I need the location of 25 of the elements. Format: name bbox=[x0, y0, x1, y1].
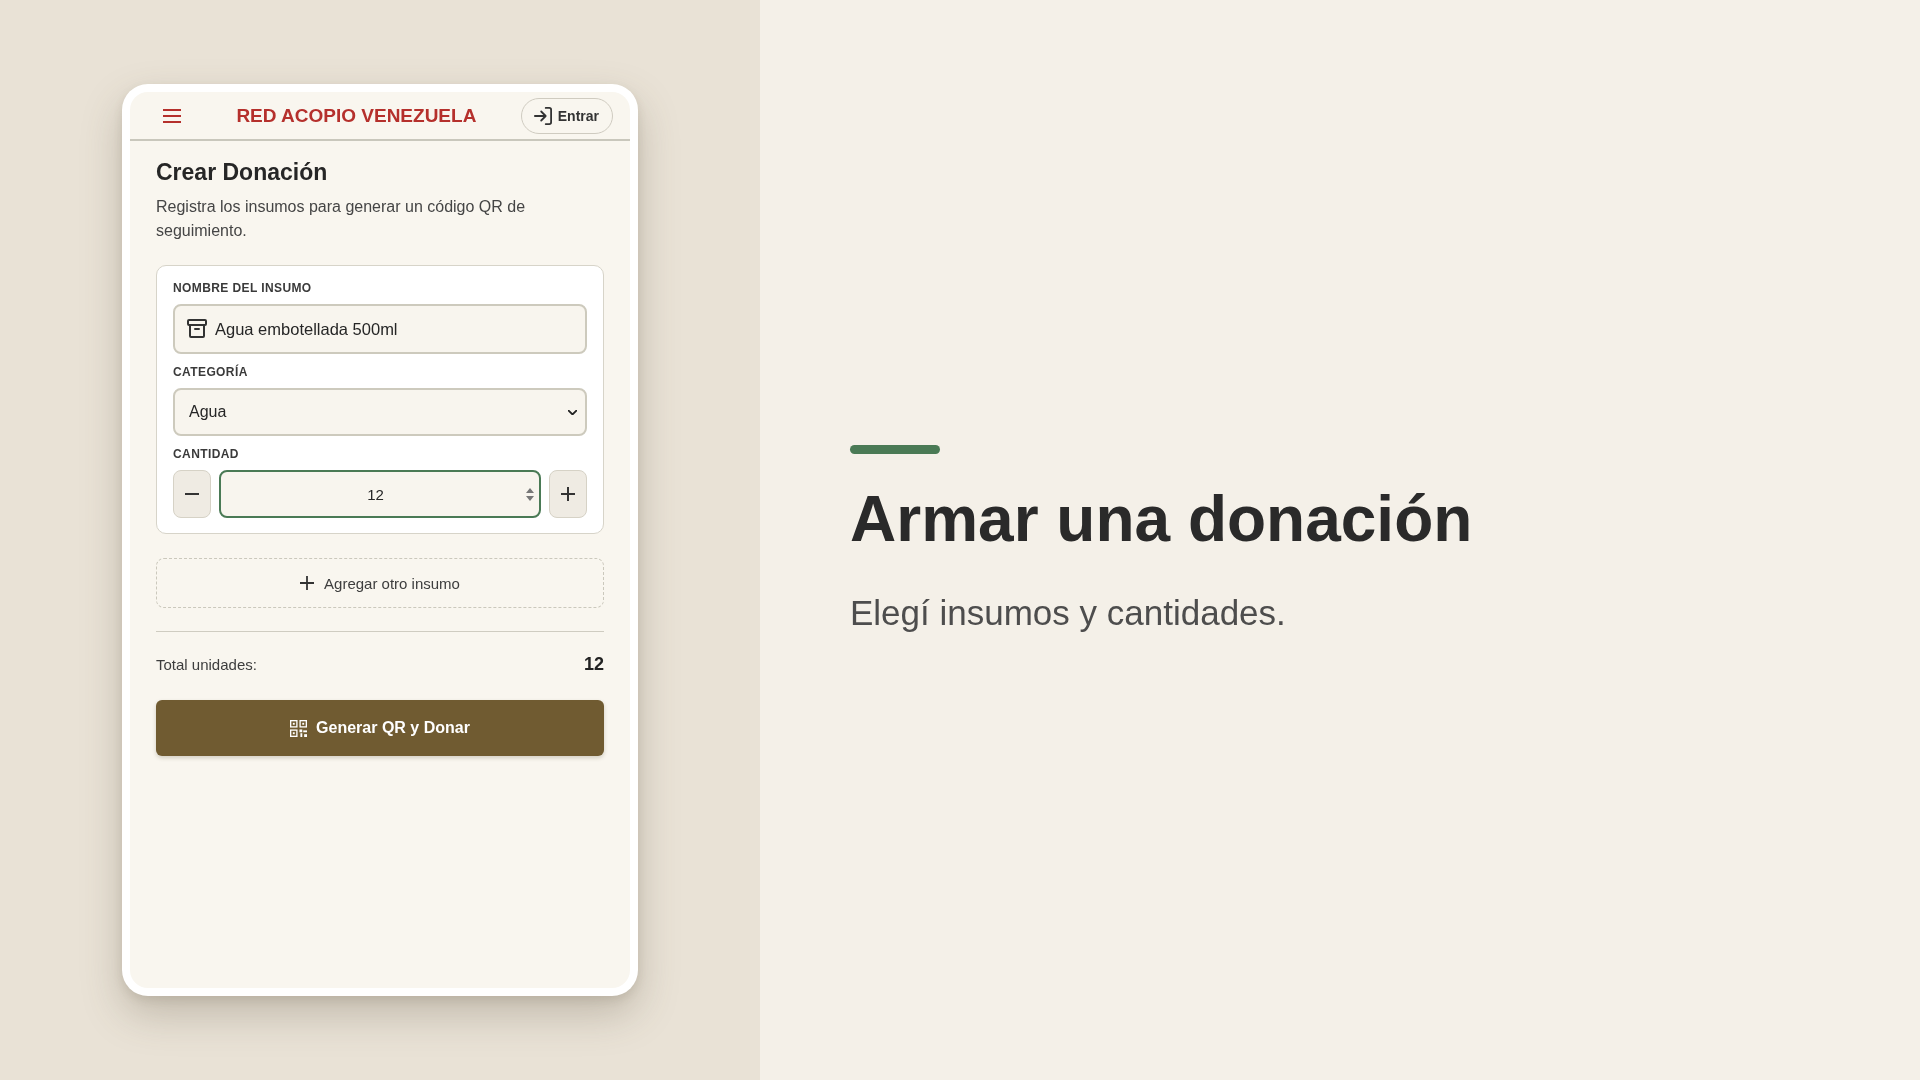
add-item-button[interactable]: Agregar otro insumo bbox=[156, 558, 604, 608]
increment-button[interactable] bbox=[549, 470, 587, 518]
field-label: NOMBRE DEL INSUMO bbox=[173, 281, 312, 296]
field-label: CANTIDAD bbox=[173, 447, 239, 462]
field-label: CATEGORÍA bbox=[173, 365, 248, 380]
total-label: Total unidades: bbox=[156, 655, 257, 673]
page-description: Registra los insumos para generar un código QR de seguimiento. bbox=[156, 197, 527, 241]
app-title: RED ACOPIO VENEZUELA bbox=[236, 104, 477, 127]
total-value: 12 bbox=[583, 653, 604, 675]
chevron-down-icon bbox=[568, 409, 577, 415]
sign-in-icon bbox=[533, 106, 552, 125]
hero-title: Armar una donación bbox=[850, 482, 1473, 557]
hero-subtitle: Elegí insumos y cantidades. bbox=[850, 592, 1286, 634]
category-select[interactable]: Agua bbox=[173, 388, 587, 436]
archive-box-icon bbox=[187, 319, 207, 339]
page-title: Crear Donación bbox=[156, 158, 329, 186]
menu-icon bbox=[163, 108, 181, 123]
spinner-arrows-icon bbox=[526, 487, 534, 501]
plus-icon bbox=[300, 576, 315, 590]
quantity-field[interactable]: 12 bbox=[219, 470, 541, 518]
minus-icon bbox=[185, 493, 199, 495]
qr-code-icon bbox=[290, 719, 308, 737]
plus-icon bbox=[561, 487, 575, 501]
name-field[interactable]: Agua embotellada 500ml bbox=[173, 304, 587, 354]
submit-button[interactable]: Generar QR y Donar bbox=[156, 700, 604, 756]
